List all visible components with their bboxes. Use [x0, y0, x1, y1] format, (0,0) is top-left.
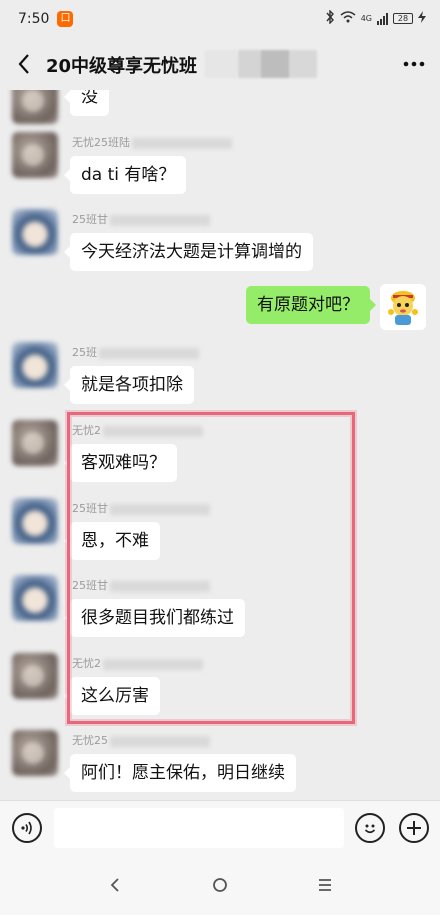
status-bar: 7:50 口 4G 28 [0, 0, 440, 38]
sender-redaction [99, 347, 199, 359]
app-notification-icon: 口 [57, 11, 74, 27]
sender-prefix: 无忧2 [72, 424, 101, 437]
sender-name: 25班 [72, 344, 199, 360]
sender-redaction [110, 735, 210, 747]
sender-prefix: 无忧2 [72, 657, 101, 670]
sender-redaction [110, 580, 210, 592]
chat-title: 20中级尊享无忧班 [46, 56, 198, 77]
battery-icon: 28 [393, 13, 413, 24]
sender-name: 无忧2 [72, 422, 203, 438]
sender-prefix: 无忧25 [72, 734, 108, 747]
message-bubble[interactable]: 就是各项扣除 [64, 366, 194, 404]
system-menu-icon [319, 879, 331, 891]
system-nav-bar [0, 854, 440, 915]
network-type: 4G [360, 14, 372, 23]
emoji-icon [364, 824, 376, 834]
sender-redaction [103, 425, 203, 437]
avatar[interactable] [12, 653, 58, 699]
sender-prefix: 25班 [72, 346, 97, 359]
sender-redaction [132, 137, 232, 149]
more-button[interactable] [402, 52, 426, 76]
message-bubble[interactable]: 这么厉害 [64, 677, 160, 715]
sender-name: 25班甘 [72, 577, 210, 593]
avatar[interactable] [12, 209, 58, 255]
message-bubble[interactable]: 今天经济法大题是计算调增的 [64, 233, 313, 271]
battery-level: 28 [397, 14, 409, 23]
system-home-button[interactable] [209, 874, 231, 896]
wifi-icon [340, 11, 356, 26]
sender-name: 无忧2 [72, 655, 203, 671]
sender-redaction [110, 503, 210, 515]
sender-name: 25班甘 [72, 211, 210, 227]
chevron-left-icon [18, 54, 29, 74]
voice-button[interactable] [12, 813, 42, 843]
chat-area[interactable]: 没 无忧25班陆 da ti 有啥？ 25班甘 今天经济法大题是计算调增的 有原… [0, 90, 440, 800]
avatar[interactable] [12, 498, 58, 544]
sender-prefix: 无忧25班陆 [72, 136, 130, 149]
avatar[interactable] [12, 342, 58, 388]
sender-name: 无忧25 [72, 732, 210, 748]
system-back-icon [110, 878, 119, 892]
status-time: 7:50 [18, 11, 50, 27]
plus-button[interactable] [399, 813, 429, 843]
sender-redaction [110, 214, 210, 226]
emoji-button[interactable] [355, 813, 385, 843]
avatar[interactable] [12, 132, 58, 178]
voice-icon [21, 821, 32, 835]
bluetooth-icon [325, 9, 335, 27]
input-bar [0, 800, 440, 854]
sender-name: 无忧25班陆 [72, 134, 232, 150]
message-bubble[interactable]: 没 [64, 90, 109, 116]
message-bubble[interactable]: 很多题目我们都练过 [64, 599, 245, 637]
sender-redaction [103, 658, 203, 670]
sender-prefix: 25班甘 [72, 579, 108, 592]
more-dots-icon [403, 61, 425, 67]
sender-name: 25班甘 [72, 500, 210, 516]
avatar[interactable] [12, 420, 58, 466]
system-menu-button[interactable] [314, 874, 336, 896]
avatar[interactable] [12, 90, 58, 124]
plus-icon [407, 821, 421, 835]
title-redaction [205, 50, 317, 78]
system-home-icon [213, 878, 227, 892]
message-bubble-mine[interactable]: 有原题对吧？ [246, 286, 376, 324]
bee-avatar-icon [380, 284, 426, 330]
sender-prefix: 25班甘 [72, 213, 108, 226]
message-input[interactable] [54, 808, 344, 848]
status-icons: 4G 28 [325, 9, 426, 27]
avatar[interactable] [12, 730, 58, 776]
message-bubble[interactable]: da ti 有啥？ [63, 156, 187, 194]
sender-prefix: 25班甘 [72, 502, 108, 515]
charging-icon [418, 11, 426, 26]
message-bubble[interactable]: 阿们！愿主保佑，明日继续 [64, 754, 296, 792]
avatar[interactable] [12, 575, 58, 621]
my-avatar[interactable] [380, 284, 426, 330]
back-button[interactable] [10, 50, 38, 78]
system-back-button[interactable] [104, 874, 126, 896]
message-bubble[interactable]: 恩，不难 [64, 522, 160, 560]
chat-header: 20中级尊享无忧班 [0, 38, 440, 90]
message-bubble[interactable]: 客观难吗？ [64, 444, 177, 482]
signal-icon [377, 12, 388, 25]
